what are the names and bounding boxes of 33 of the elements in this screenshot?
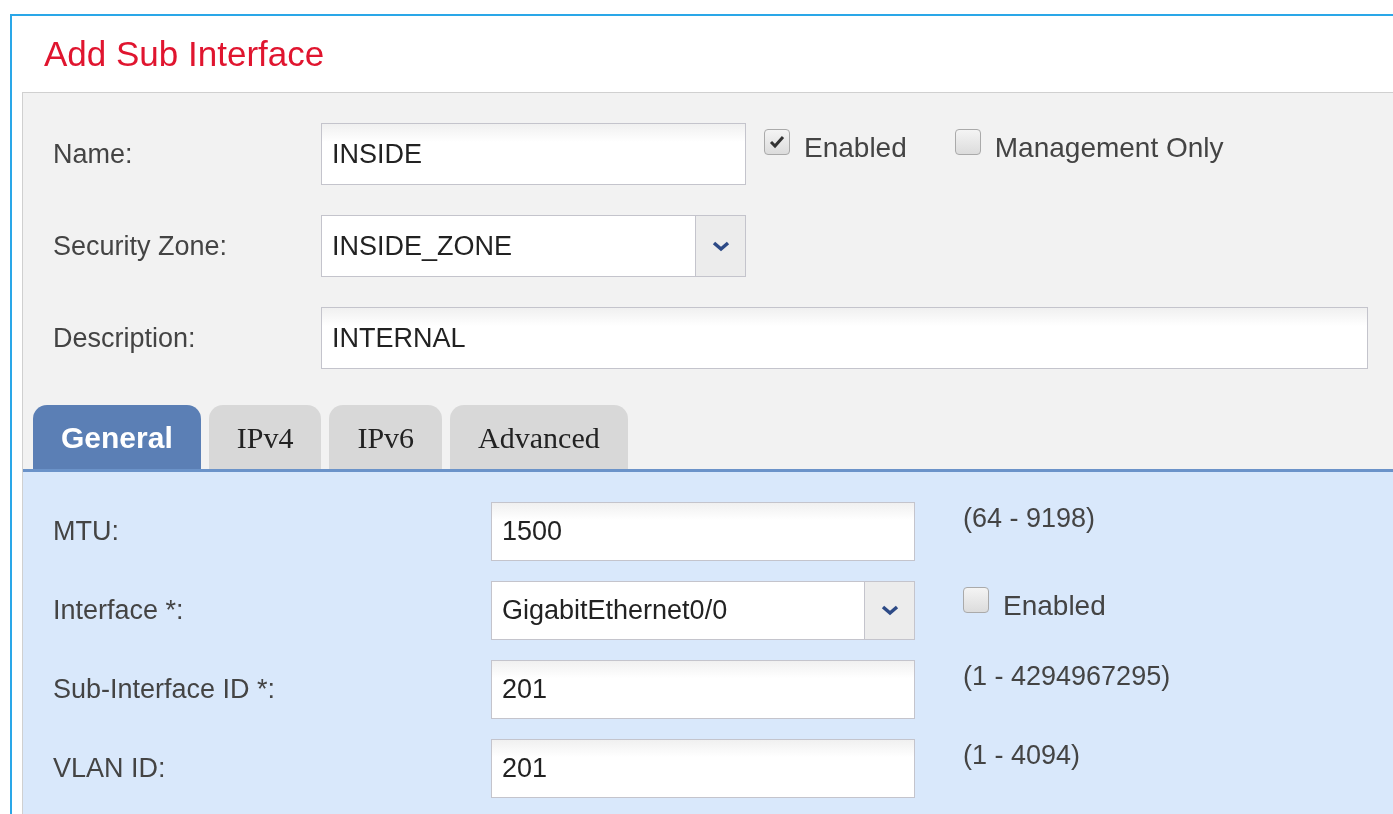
chevron-down-icon xyxy=(880,605,899,616)
field-label: MTU: xyxy=(53,515,119,549)
tab[interactable]: IPv6 xyxy=(329,405,443,469)
dialog-title: Add Sub Interface xyxy=(44,32,325,75)
dropdown-value: INSIDE_ZONE xyxy=(332,229,513,263)
field-label: Interface *: xyxy=(53,594,184,628)
tab[interactable]: General xyxy=(33,405,201,469)
dropdown[interactable]: GigabitEthernet0/0 xyxy=(491,581,915,640)
field-label: Sub-Interface ID *: xyxy=(53,673,276,707)
chevron-down-icon xyxy=(711,240,730,252)
range-hint: (1 - 4094) xyxy=(963,739,1082,771)
checkbox-label: Management Only xyxy=(994,131,1224,165)
checkbox[interactable] xyxy=(764,129,790,155)
checkbox[interactable] xyxy=(963,587,989,613)
range-hint: (64 - 9198) xyxy=(963,502,1097,534)
checkbox-label: Enabled xyxy=(1003,589,1106,623)
field-label: VLAN ID: xyxy=(53,752,166,786)
field-label: Name: xyxy=(53,137,133,171)
tab[interactable]: IPv4 xyxy=(208,405,322,469)
checkbox[interactable] xyxy=(954,129,981,155)
dropdown-value: GigabitEthernet0/0 xyxy=(502,594,728,628)
tab[interactable]: Advanced xyxy=(450,405,628,469)
text-field[interactable]: INSIDE xyxy=(321,123,746,185)
field-label: Description: xyxy=(53,321,196,355)
field-label: Security Zone: xyxy=(53,229,228,263)
text-field[interactable]: 201 xyxy=(491,739,915,798)
range-hint: (1 - 4294967295) xyxy=(963,660,1172,692)
text-field[interactable]: INTERNAL xyxy=(321,307,1368,369)
checkbox-label: Enabled xyxy=(804,131,907,165)
dropdown[interactable]: INSIDE_ZONE xyxy=(321,215,746,277)
text-field[interactable]: 1500 xyxy=(491,502,915,561)
text-field[interactable]: 201 xyxy=(491,660,915,719)
checkmark-icon xyxy=(769,135,785,149)
